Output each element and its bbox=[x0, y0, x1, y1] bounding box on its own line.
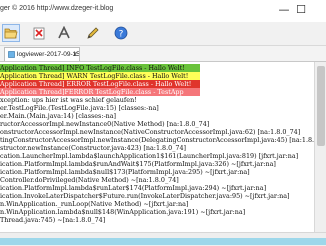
log-line: ructorAccessorImpl.newInstance0(Native M… bbox=[0, 120, 210, 128]
open-folder-icon bbox=[4, 28, 18, 39]
log-line: tingConstructorAccessorImpl.newInstance(… bbox=[0, 136, 314, 144]
edit-button[interactable] bbox=[84, 24, 102, 42]
log-line: Application Thread] WARN TestLogFile.cla… bbox=[0, 72, 200, 80]
maximize-button[interactable]: ☐ bbox=[292, 1, 310, 19]
tab-logfile[interactable]: logviewer-2017-09-15.log x bbox=[4, 47, 80, 61]
tab-bar: logviewer-2017-09-15.log x bbox=[0, 46, 326, 62]
delete-icon bbox=[33, 27, 45, 40]
log-viewer-window: ger © 2016 http://www.dzeger-it.blog — ☐ bbox=[0, 0, 326, 246]
log-line: ication.PlatformImpl.lambda$null$173(Pla… bbox=[0, 168, 250, 176]
help-button[interactable]: ? bbox=[112, 24, 130, 42]
log-line: structor.newInstance(Constructor.java:42… bbox=[0, 144, 187, 152]
tab-close-button[interactable]: x bbox=[73, 48, 77, 61]
log-line: er.TestLogFile.(TestLogFile.java:15) [cl… bbox=[0, 104, 159, 112]
log-line: Application Thread] INFO TestLogFile.cla… bbox=[0, 64, 200, 72]
edit-icon bbox=[87, 27, 99, 39]
log-content-area[interactable]: Application Thread] INFO TestLogFile.cla… bbox=[0, 62, 314, 232]
log-line: cation.LauncherImpl.lambda$launchApplica… bbox=[0, 152, 299, 160]
log-line: onstructorAccessorImpl.newInstance(Nativ… bbox=[0, 128, 301, 136]
vertical-scrollbar[interactable] bbox=[314, 62, 326, 232]
minimize-button[interactable]: — bbox=[274, 1, 294, 19]
log-line: n.WinApplication._runLoop(Native Method)… bbox=[0, 200, 189, 208]
file-icon bbox=[8, 51, 15, 58]
delete-button[interactable] bbox=[30, 24, 48, 42]
toolbar: ? bbox=[0, 22, 326, 46]
window-title: ger © 2016 http://www.dzeger-it.blog bbox=[0, 5, 114, 12]
font-button[interactable] bbox=[55, 24, 73, 42]
log-line: xception: ups hier ist was schief gelauf… bbox=[0, 96, 137, 104]
log-line: ication.InvokeLaterDispatcher$Future.run… bbox=[0, 192, 290, 200]
log-line: Thread.java:745) ~[na:1.8.0_74] bbox=[0, 216, 106, 224]
title-bar: ger © 2016 http://www.dzeger-it.blog — ☐ bbox=[0, 0, 326, 22]
font-icon bbox=[58, 26, 70, 39]
log-line: ication.PlatformImpl.lambda$runAndWait$1… bbox=[0, 160, 276, 168]
log-line: Application Thread]FERROR TestLogFile.cl… bbox=[0, 88, 200, 96]
log-line: er.Main.(Main.java:14) [classes:-na] bbox=[0, 112, 117, 120]
open-folder-button[interactable] bbox=[2, 24, 20, 42]
log-line: ication.PlatformImpl.lambda$runLater$174… bbox=[0, 184, 267, 192]
log-line: Controller.doPrivileged(Native Method) ~… bbox=[0, 176, 179, 184]
help-icon: ? bbox=[114, 26, 128, 39]
tab-label: logviewer-2017-09-15.log bbox=[17, 51, 80, 58]
log-line: n.WinApplication.lambda$null$148(WinAppl… bbox=[0, 208, 246, 216]
log-line: Application Thread] ERROR TestLogFile.cl… bbox=[0, 80, 200, 88]
status-accent-strip bbox=[0, 238, 326, 245]
svg-text:?: ? bbox=[119, 29, 124, 39]
scrollbar-thumb[interactable] bbox=[317, 66, 325, 146]
